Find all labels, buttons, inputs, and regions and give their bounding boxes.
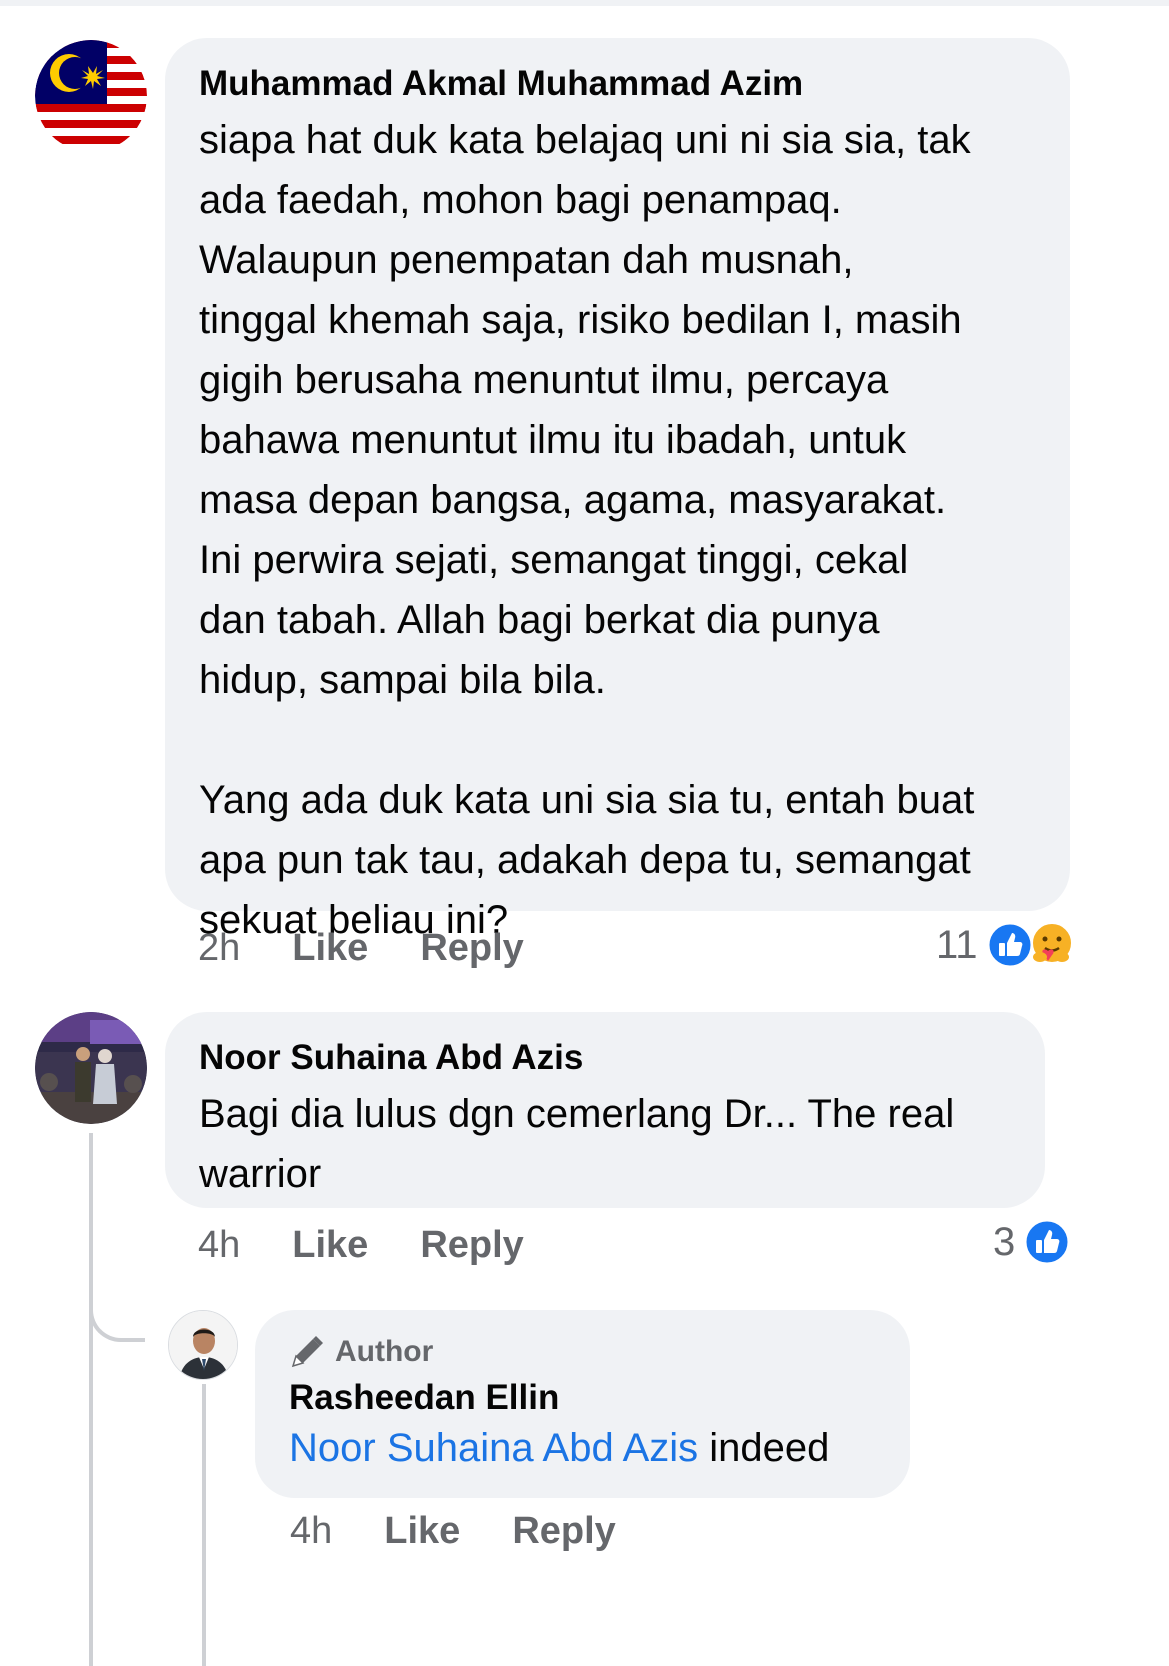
like-button[interactable]: Like <box>292 927 368 970</box>
reply-text-content: indeed <box>698 1426 830 1470</box>
top-divider <box>0 0 1169 6</box>
comment-author[interactable]: Muhammad Akmal Muhammad Azim <box>199 62 1036 106</box>
reply-text: Noor Suhaina Abd Azis indeed <box>289 1420 876 1476</box>
reply-button[interactable]: Reply <box>512 1510 615 1553</box>
reaction-count: 3 <box>993 1219 1016 1264</box>
comment-text: Bagi dia lulus dgn cemerlang Dr... The r… <box>199 1092 955 1196</box>
comment-time[interactable]: 4h <box>198 1224 240 1267</box>
reply-bubble: Author Rasheedan Ellin Noor Suhaina Abd … <box>255 1310 910 1498</box>
thread-line <box>89 1133 93 1666</box>
reply-actions: 4h Like Reply <box>290 1508 668 1554</box>
reply-button[interactable]: Reply <box>420 927 523 970</box>
like-icon <box>1023 1218 1071 1266</box>
avatar-malaysia-flag[interactable] <box>35 40 147 152</box>
comment-actions: 4h Like Reply <box>198 1222 576 1268</box>
user-photo-icon <box>35 1012 147 1124</box>
reply-time[interactable]: 4h <box>290 1510 332 1553</box>
like-button[interactable]: Like <box>384 1510 460 1553</box>
avatar-author[interactable] <box>168 1310 238 1380</box>
comment-time[interactable]: 2h <box>198 927 240 970</box>
reaction-summary[interactable]: 11 <box>936 920 1076 970</box>
comment-text: siapa hat duk kata belajaq uni ni sia si… <box>199 118 975 942</box>
author-badge: Author <box>289 1332 876 1372</box>
mention-link[interactable]: Noor Suhaina Abd Azis <box>289 1426 698 1470</box>
reaction-count: 11 <box>936 922 978 967</box>
comment-author[interactable]: Noor Suhaina Abd Azis <box>199 1036 1011 1080</box>
thread-connector <box>89 1270 145 1342</box>
author-badge-label: Author <box>335 1335 434 1368</box>
comment-bubble: Muhammad Akmal Muhammad Azim siapa hat d… <box>165 38 1070 942</box>
malaysia-flag-icon <box>35 40 147 152</box>
like-icon <box>986 921 1034 969</box>
like-button[interactable]: Like <box>292 1224 368 1267</box>
care-icon <box>1030 922 1073 964</box>
reply-button[interactable]: Reply <box>420 1224 523 1267</box>
reply-author[interactable]: Rasheedan Ellin <box>289 1376 876 1420</box>
comment-bubble: Noor Suhaina Abd Azis Bagi dia lulus dgn… <box>165 1012 1045 1208</box>
reply-thread-line <box>202 1384 206 1666</box>
pencil-icon <box>291 1336 323 1368</box>
avatar-user-photo[interactable] <box>35 1012 147 1124</box>
comment-actions: 2h Like Reply <box>198 925 576 971</box>
author-photo-icon <box>169 1311 237 1379</box>
reaction-summary[interactable]: 3 <box>993 1217 1071 1267</box>
